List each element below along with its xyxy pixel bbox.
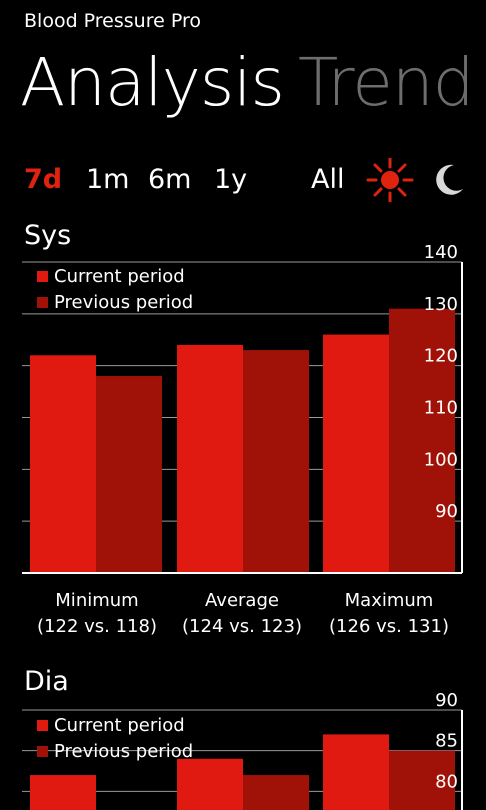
y-tick-label: 80 — [435, 771, 458, 792]
y-tick-label: 130 — [424, 294, 458, 315]
bar-previous-period — [243, 775, 309, 810]
sys-title: Sys — [24, 220, 72, 251]
pivot-item-analysis[interactable]: Analysis — [20, 44, 285, 121]
caption-name: Minimum — [55, 590, 139, 611]
moon-icon[interactable] — [430, 162, 466, 198]
legend-swatch — [37, 297, 48, 308]
legend-label: Current period — [54, 266, 185, 287]
filter-1y[interactable]: 1y — [214, 164, 247, 195]
legend-label: Previous period — [54, 292, 193, 313]
y-tick-label: 85 — [435, 731, 458, 752]
caption-name: Maximum — [344, 590, 434, 611]
dia-title: Dia — [24, 666, 69, 697]
filter-1m[interactable]: 1m — [86, 164, 129, 195]
pivot-item-trend[interactable]: Trend — [298, 44, 475, 121]
y-tick-label: 140 — [424, 242, 458, 263]
y-tick-label: 90 — [435, 501, 458, 522]
legend-swatch — [37, 746, 48, 757]
y-tick-label: 100 — [424, 449, 458, 470]
bar-previous-period — [96, 376, 162, 573]
caption-name: Average — [205, 590, 279, 611]
caption-detail: (124 vs. 123) — [182, 616, 302, 637]
sys-caption-maximum: Maximum (126 vs. 131) — [314, 588, 464, 640]
filter-7d[interactable]: 7d — [24, 164, 62, 195]
pivot-header: Analysis Trend — [20, 44, 475, 121]
dia-chart: 80 85 90 Current period Previous period — [22, 690, 463, 810]
bar-current-period — [177, 344, 243, 573]
y-tick-label: 120 — [424, 346, 458, 367]
caption-detail: (122 vs. 118) — [37, 616, 157, 637]
legend-swatch — [37, 720, 48, 731]
legend-label: Previous period — [54, 741, 193, 762]
bar-previous-period — [243, 350, 309, 573]
sys-chart: 90 100 110 120 130 140 Current period Previous … — [22, 242, 463, 574]
sys-caption-minimum: Minimum (122 vs. 118) — [22, 588, 172, 640]
sun-icon[interactable] — [366, 158, 414, 202]
bar-current-period — [323, 734, 389, 810]
bar-current-period — [30, 775, 96, 810]
bar-current-period — [323, 334, 389, 573]
filter-all[interactable]: All — [311, 164, 344, 195]
bar-current-period — [30, 355, 96, 573]
sys-caption-average: Average (124 vs. 123) — [167, 588, 317, 640]
legend-swatch — [37, 271, 48, 282]
app-title: Blood Pressure Pro — [24, 10, 201, 32]
caption-detail: (126 vs. 131) — [329, 616, 449, 637]
filter-6m[interactable]: 6m — [148, 164, 191, 195]
bar-current-period — [177, 758, 243, 810]
legend-label: Current period — [54, 715, 185, 736]
y-tick-label: 110 — [424, 398, 458, 419]
y-tick-label: 90 — [435, 690, 458, 711]
